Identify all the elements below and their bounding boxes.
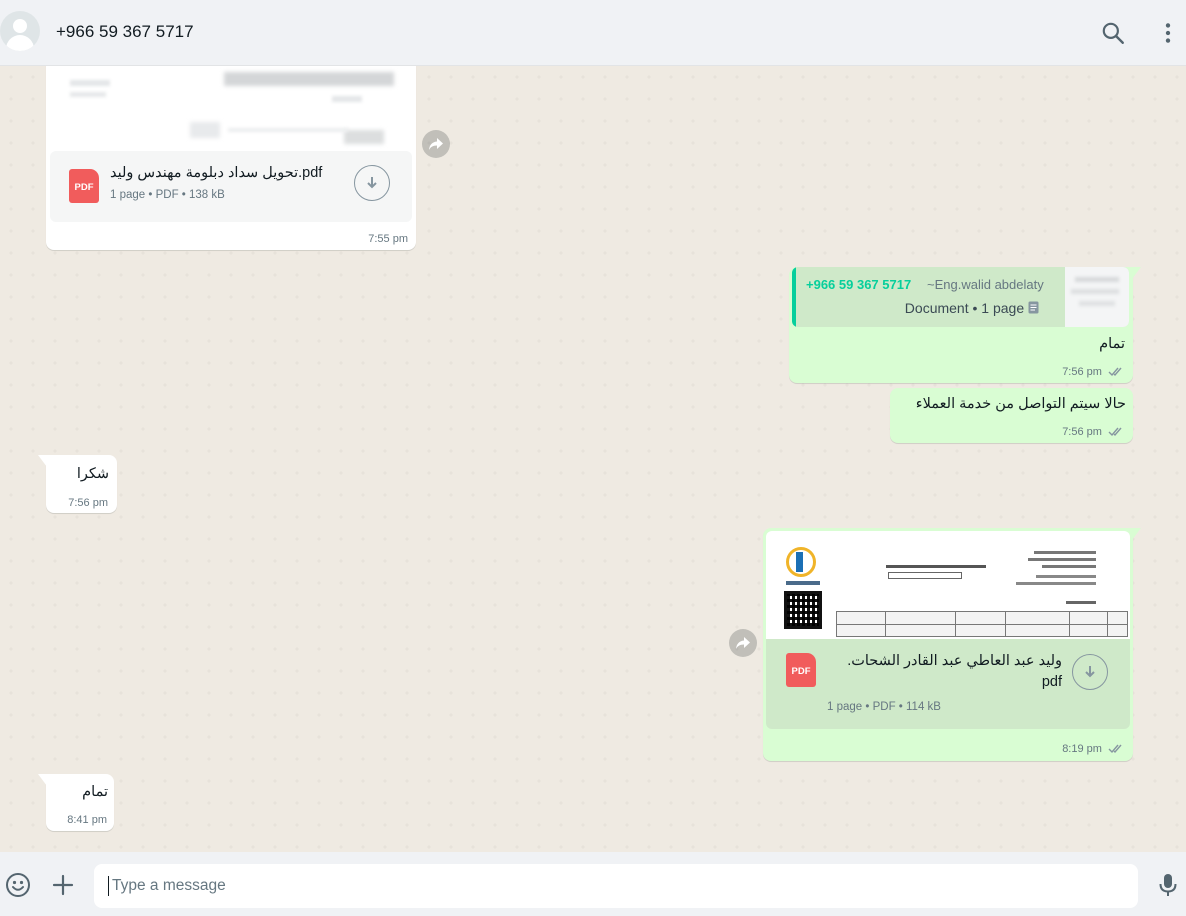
message-status: 8:19 pm — [1062, 743, 1125, 755]
document-title: وليد عبد العاطي عبد القادر الشحات. — [847, 653, 1062, 669]
avatar-body — [6, 35, 34, 51]
forward-button[interactable] — [422, 130, 450, 158]
text-line — [1036, 575, 1096, 578]
message-text: حالا سيتم التواصل من خدمة العملاء — [915, 396, 1126, 412]
message-time: 7:56 pm — [1062, 366, 1102, 378]
pdf-file-icon: PDF — [69, 169, 99, 203]
message-text: شكرا — [76, 466, 109, 482]
avatar-head — [13, 19, 27, 33]
message-outgoing-reply[interactable]: +966 59 367 5717 ~Eng.walid abdelaty Doc… — [789, 267, 1141, 383]
message-incoming-text[interactable]: تمام 8:41 pm — [38, 774, 114, 831]
document-meta: 1 page • PDF • 114 kB — [827, 701, 941, 713]
text-line — [1016, 582, 1096, 585]
download-button[interactable] — [354, 165, 390, 201]
blurred-text-block — [228, 128, 348, 132]
contact-name[interactable]: +966 59 367 5717 — [56, 22, 194, 42]
bubble-tail — [1132, 528, 1141, 540]
forward-icon — [429, 138, 443, 150]
document-title-ext: pdf — [1041, 674, 1062, 690]
document-preview[interactable] — [766, 531, 1130, 639]
download-icon — [367, 177, 377, 189]
quote-thumbnail — [1065, 267, 1129, 327]
message-time: 8:41 pm — [67, 814, 107, 826]
chat-area[interactable]: PDF تحويل سداد دبلومة مهندس وليد.pdf 1 p… — [0, 66, 1186, 852]
blurred-text-block — [344, 130, 384, 144]
message-time: 7:56 pm — [68, 497, 108, 509]
document-preview[interactable] — [50, 66, 412, 151]
document-title: تحويل سداد دبلومة مهندس وليد.pdf — [110, 165, 323, 181]
blurred-text-block — [224, 72, 394, 86]
text-caret — [108, 876, 109, 896]
text-line — [1034, 551, 1096, 554]
message-text: تمام — [82, 784, 108, 800]
message-incoming-text[interactable]: شكرا 7:56 pm — [38, 455, 117, 513]
bubble-tail — [38, 774, 47, 786]
message-time: 7:55 pm — [368, 233, 408, 245]
composer-bar — [0, 852, 1186, 916]
document-card[interactable]: PDF وليد عبد العاطي عبد القادر الشحات. p… — [766, 639, 1130, 729]
quote-caption: Document • 1 page — [905, 300, 1039, 316]
message-status: 7:56 pm — [1062, 426, 1125, 438]
message-time: 8:19 pm — [1062, 743, 1102, 755]
text-line — [1042, 565, 1096, 568]
blurred-text-block — [332, 96, 362, 102]
blurred-text-block — [1079, 301, 1115, 306]
document-meta: 1 page • PDF • 138 kB — [110, 189, 225, 201]
search-icon[interactable] — [1100, 20, 1126, 46]
double-check-icon — [1108, 367, 1122, 377]
message-incoming-document[interactable]: PDF تحويل سداد دبلومة مهندس وليد.pdf 1 p… — [46, 66, 416, 250]
invoice-table — [836, 611, 1128, 637]
blurred-text-block — [70, 80, 110, 86]
pdf-file-icon: PDF — [786, 653, 816, 687]
message-text: تمام — [1099, 336, 1125, 352]
blurred-text-block — [1071, 289, 1119, 294]
text-line — [1028, 558, 1096, 561]
logo-mark — [796, 552, 803, 572]
double-check-icon — [1108, 744, 1122, 754]
emoji-icon[interactable] — [5, 872, 31, 898]
qr-code — [784, 591, 822, 629]
invoice-heading-line — [886, 565, 986, 568]
microphone-icon[interactable] — [1155, 872, 1181, 898]
avatar-icon[interactable] — [0, 11, 40, 51]
message-time: 7:56 pm — [1062, 426, 1102, 438]
download-icon — [1085, 666, 1095, 678]
download-button[interactable] — [1072, 654, 1108, 690]
quote-accent-bar — [792, 267, 796, 327]
message-outgoing-document[interactable]: PDF وليد عبد العاطي عبد القادر الشحات. p… — [763, 528, 1141, 761]
message-input[interactable] — [94, 864, 1138, 908]
invoice-number-box — [888, 572, 962, 579]
quoted-message[interactable]: +966 59 367 5717 ~Eng.walid abdelaty Doc… — [792, 267, 1129, 327]
forward-icon — [736, 637, 750, 649]
blurred-text-block — [70, 92, 106, 97]
quote-author: ~Eng.walid abdelaty — [927, 277, 1044, 292]
logo-wordmark — [786, 581, 820, 585]
attach-plus-icon[interactable] — [50, 872, 76, 898]
bubble-tail — [1132, 267, 1141, 279]
document-icon — [1028, 301, 1039, 314]
blurred-text-block — [190, 122, 220, 138]
forward-button[interactable] — [729, 629, 757, 657]
text-line — [1066, 601, 1096, 604]
double-check-icon — [1108, 427, 1122, 437]
menu-icon[interactable] — [1155, 20, 1181, 46]
chat-header: +966 59 367 5717 — [0, 0, 1186, 66]
blurred-text-block — [1075, 277, 1119, 282]
bubble-tail — [38, 455, 47, 467]
message-outgoing-text[interactable]: حالا سيتم التواصل من خدمة العملاء 7:56 p… — [890, 388, 1133, 443]
document-card[interactable]: PDF تحويل سداد دبلومة مهندس وليد.pdf 1 p… — [50, 151, 412, 222]
message-status: 7:56 pm — [1062, 366, 1125, 378]
quote-sender: +966 59 367 5717 — [806, 277, 912, 292]
